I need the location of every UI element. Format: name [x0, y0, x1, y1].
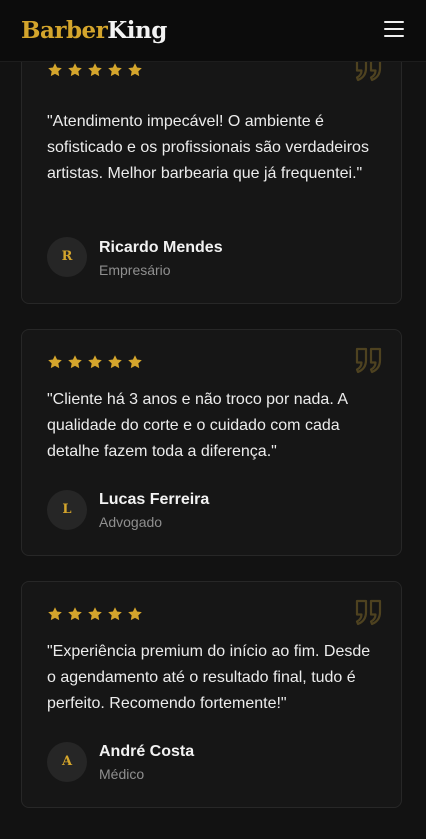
star-icon: [108, 607, 122, 621]
star-icon: [108, 355, 122, 369]
logo-part-king: King: [107, 17, 167, 44]
menu-line: [384, 21, 404, 23]
star-icon: [128, 63, 142, 77]
star-icon: [88, 355, 102, 369]
star-icon: [48, 607, 62, 621]
avatar: L: [47, 490, 87, 530]
author-name: Ricardo Mendes: [99, 239, 223, 256]
star-icon: [48, 355, 62, 369]
top-navigation-bar: BarberKing: [0, 0, 426, 62]
author-role: Advogado: [99, 514, 163, 530]
avatar: R: [47, 237, 87, 277]
menu-line: [384, 35, 404, 37]
menu-line: [384, 28, 404, 30]
star-icon: [48, 63, 62, 77]
brand-logo[interactable]: BarberKing: [21, 16, 167, 46]
star-icon: [88, 63, 102, 77]
author-name: Lucas Ferreira: [99, 491, 210, 508]
author-role: Médico: [99, 766, 145, 782]
star-icon: [88, 607, 102, 621]
avatar: A: [47, 742, 87, 782]
quote-icon: [355, 599, 382, 626]
star-icon: [108, 63, 122, 77]
star-rating: [47, 62, 143, 78]
star-icon: [68, 63, 82, 77]
testimonial-card: "Experiência premium do início ao fim. D…: [21, 581, 402, 808]
logo-part-barber: Barber: [21, 17, 108, 44]
testimonial-text: "Atendimento impecável! O ambiente é sof…: [47, 113, 369, 182]
testimonial-text: "Cliente há 3 anos e não troco por nada.…: [47, 391, 348, 460]
hamburger-menu-icon[interactable]: [384, 20, 404, 38]
quote-icon: [355, 347, 382, 374]
star-icon: [68, 355, 82, 369]
star-rating: [47, 354, 143, 370]
testimonial-card: "Cliente há 3 anos e não troco por nada.…: [21, 329, 402, 556]
testimonial-card: "Atendimento impecável! O ambiente é sof…: [21, 37, 402, 304]
author-name: André Costa: [99, 743, 195, 760]
testimonial-text: "Experiência premium do início ao fim. D…: [47, 643, 371, 712]
star-icon: [128, 607, 142, 621]
star-icon: [128, 355, 142, 369]
star-rating: [47, 606, 143, 622]
star-icon: [68, 607, 82, 621]
author-role: Empresário: [99, 262, 171, 278]
